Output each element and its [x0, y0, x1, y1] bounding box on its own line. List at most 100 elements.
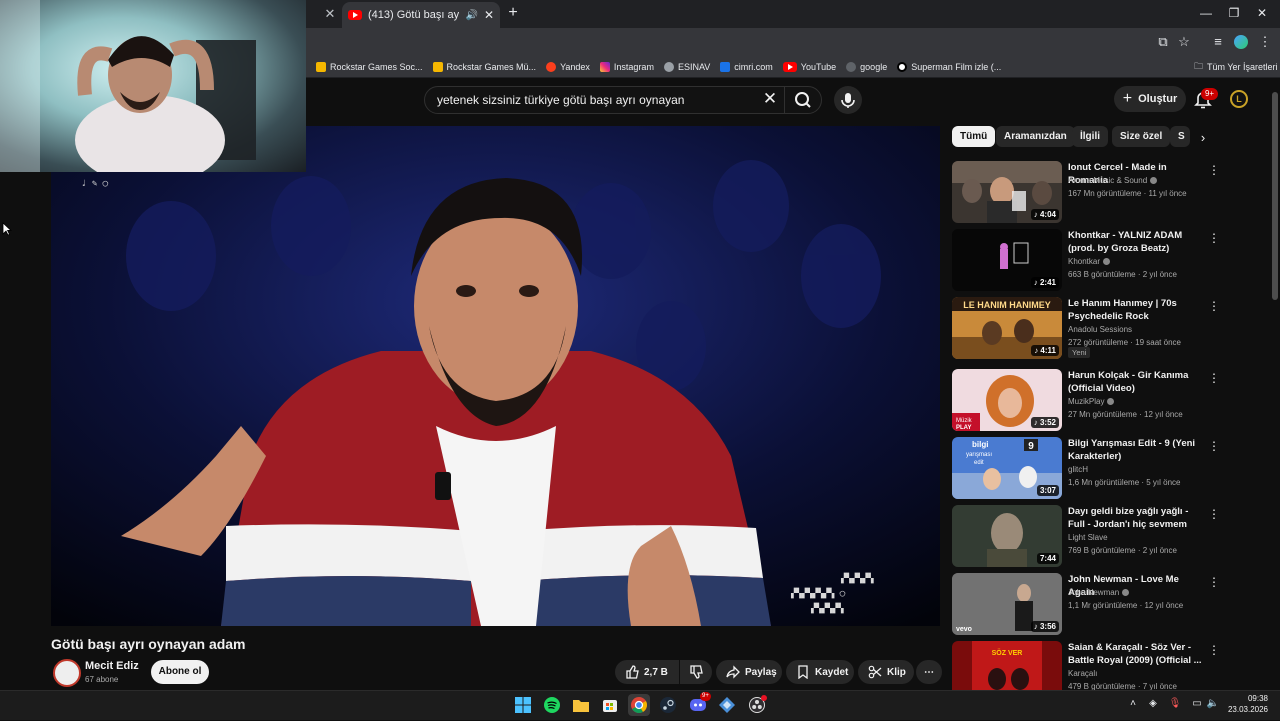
file-explorer-icon[interactable] — [570, 694, 592, 716]
window-close-icon[interactable]: ✕ — [1252, 5, 1272, 21]
install-app-icon[interactable]: ⧉ — [1155, 34, 1171, 50]
bookmark-youtube[interactable]: YouTube — [782, 61, 836, 72]
video-thumbnail[interactable]: vevo ♪ 3:56 — [952, 573, 1062, 635]
all-bookmarks-button[interactable]: 🗀 Tüm Yer İşaretleri — [1194, 56, 1278, 78]
browser-tab-active[interactable]: (413) Götü başı ayrı oynayan 🔊 ✕ — [342, 2, 500, 28]
new-badge: Yeni — [1068, 347, 1091, 358]
recommended-video[interactable]: bilgi yarışması edit 9 3:07 Bilgi Yarışması E… — [952, 437, 1224, 499]
steam-icon[interactable] — [657, 694, 679, 716]
close-tab-icon[interactable]: ✕ — [322, 6, 338, 22]
more-vertical-icon[interactable]: ⋮ — [1208, 299, 1220, 313]
recommended-channel[interactable]: glitcH — [1068, 465, 1088, 474]
bookmark-rockstar-music[interactable]: Rockstar Games Mü... — [432, 61, 536, 72]
recommended-video-title[interactable]: Bilgi Yarışması Edit - 9 (Yeni Karakterl… — [1068, 437, 1202, 463]
recommended-video-title[interactable]: Saian & Karaçalı - Söz Ver - Battle Roya… — [1068, 641, 1202, 667]
chip-all[interactable]: Tümü — [952, 126, 996, 147]
bookmark-instagram[interactable]: Instagram — [599, 61, 654, 72]
recommended-channel[interactable]: MuzikPlay — [1068, 397, 1115, 406]
video-thumbnail[interactable]: 7:44 — [952, 505, 1062, 567]
recommended-video[interactable]: LE HANIM HANIMEY ♪ 4:11 Le Hanım Hanımey |… — [952, 297, 1224, 359]
chevron-up-icon[interactable]: ˄ — [1126, 697, 1140, 711]
chip-for-you[interactable]: Size özel — [1112, 126, 1171, 147]
chrome-icon[interactable] — [628, 694, 650, 716]
scrollbar-thumb[interactable] — [1272, 92, 1278, 300]
search-input[interactable] — [437, 91, 757, 109]
more-vertical-icon[interactable]: ⋮ — [1208, 439, 1220, 453]
game-launcher-icon[interactable] — [716, 694, 738, 716]
like-button[interactable]: 2,7 B — [615, 660, 679, 684]
more-vertical-icon[interactable]: ⋮ — [1208, 643, 1220, 657]
voice-search-button[interactable] — [834, 86, 862, 114]
volume-icon[interactable]: 🔈 — [1206, 697, 1220, 711]
network-icon[interactable]: ▭ — [1190, 697, 1204, 711]
bookmark-yandex[interactable]: Yandex — [546, 61, 590, 72]
search-button[interactable] — [784, 87, 822, 113]
more-vertical-icon[interactable]: ⋮ — [1208, 163, 1220, 177]
recommended-channel[interactable]: Karaçalı — [1068, 669, 1097, 678]
create-button[interactable]: + Oluştur — [1114, 86, 1186, 112]
dislike-button[interactable] — [680, 660, 712, 684]
recommended-channel[interactable]: Light Slave — [1068, 533, 1108, 542]
clear-search-icon[interactable]: ✕ — [760, 89, 780, 109]
more-vertical-icon[interactable]: ⋮ — [1208, 575, 1220, 589]
subscribe-button[interactable]: Abone ol — [151, 660, 209, 684]
video-frame-image: ♩ ✎ ◯ ▞▚▞▚▞▚ ▞▚▞▚▞▚▞▚ ◯ ▞▚▞▚▞▚ — [51, 126, 940, 626]
system-clock[interactable]: 09:38 23.03.2026 — [1226, 693, 1268, 715]
bookmark-google[interactable]: google — [846, 61, 887, 72]
share-button[interactable]: Paylaş — [716, 660, 782, 684]
bookmark-cimri[interactable]: cimri.com — [720, 61, 773, 72]
recommended-channel[interactable]: Anadolu Sessions — [1068, 325, 1132, 334]
more-vertical-icon[interactable]: ⋮ — [1208, 231, 1220, 245]
recommended-video[interactable]: ♪ 4:04 Ionut Cercel - Made in Romania Amma… — [952, 161, 1224, 223]
profile-icon[interactable] — [1233, 34, 1249, 50]
recommended-video[interactable]: ♪ 2:41 Khontkar - YALNIZ ADAM (prod. by G… — [952, 229, 1224, 291]
microsoft-store-icon[interactable] — [599, 694, 621, 716]
video-thumbnail[interactable]: ♪ 2:41 — [952, 229, 1062, 291]
obs-recording-icon[interactable] — [746, 694, 768, 716]
clip-button[interactable]: Klip — [858, 660, 914, 684]
svg-text:PLAY: PLAY — [956, 425, 971, 431]
spotify-icon[interactable] — [541, 694, 563, 716]
recommended-channel[interactable]: Khontkar — [1068, 257, 1111, 266]
bookmark-rockstar-social[interactable]: Rockstar Games Soc... — [316, 61, 423, 72]
video-duration: 7:44 — [1036, 553, 1059, 564]
chevron-right-icon[interactable]: › — [1196, 131, 1210, 145]
new-tab-button[interactable]: + — [504, 4, 522, 22]
video-thumbnail[interactable]: Müzik PLAY ♪ 3:52 — [952, 369, 1062, 431]
video-player[interactable]: ♩ ✎ ◯ ▞▚▞▚▞▚ ▞▚▞▚▞▚▞▚ ◯ ▞▚▞▚▞▚ — [51, 126, 940, 626]
close-tab-icon[interactable]: ✕ — [484, 8, 494, 22]
more-actions-button[interactable]: ⋯ — [916, 660, 942, 684]
recommended-video[interactable]: vevo ♪ 3:56 John Newman - Love Me Again Joh… — [952, 573, 1224, 635]
media-control-icon[interactable]: ≡ — [1210, 34, 1226, 50]
windows-start-icon[interactable] — [512, 694, 534, 716]
save-button[interactable]: Kaydet — [786, 660, 854, 684]
recommended-video-title[interactable]: Le Hanım Hanımey | 70s Psychedelic Rock — [1068, 297, 1202, 323]
chip-related[interactable]: İlgili — [1072, 126, 1108, 147]
recommended-video[interactable]: 7:44 Dayı geldi bize yağlı yağlı - Full -… — [952, 505, 1224, 567]
recommended-video-title[interactable]: Harun Kolçak - Gir Kanıma (Official Vide… — [1068, 369, 1202, 395]
recommended-channel[interactable]: John Newman — [1068, 588, 1130, 597]
recommended-video-title[interactable]: Khontkar - YALNIZ ADAM (prod. by Groza B… — [1068, 229, 1202, 255]
chip-partial[interactable]: S — [1170, 126, 1190, 147]
microphone-tray-icon[interactable]: 🎙 — [1168, 697, 1182, 711]
tab-audio-icon[interactable]: 🔊 — [465, 10, 477, 21]
minimize-icon[interactable]: — — [1196, 5, 1216, 21]
channel-name[interactable]: Mecit Ediz — [85, 660, 139, 672]
channel-avatar[interactable] — [53, 659, 81, 687]
restore-icon[interactable]: ❐ — [1224, 5, 1244, 21]
browser-menu-icon[interactable]: ⋮ — [1257, 34, 1273, 50]
recommended-video[interactable]: Müzik PLAY ♪ 3:52 Harun Kolçak - Gir Kanıma… — [952, 369, 1224, 431]
bookmark-superman[interactable]: Superman Film izle (... — [897, 61, 1001, 72]
more-vertical-icon[interactable]: ⋮ — [1208, 371, 1220, 385]
video-thumbnail[interactable]: ♪ 4:04 — [952, 161, 1062, 223]
recommended-channel[interactable]: Amma Music & Sound — [1068, 176, 1158, 185]
video-thumbnail[interactable]: LE HANIM HANIMEY ♪ 4:11 — [952, 297, 1062, 359]
chip-from-search[interactable]: Aramanızdan — [996, 126, 1075, 147]
video-thumbnail[interactable]: bilgi yarışması edit 9 3:07 — [952, 437, 1062, 499]
bookmark-star-icon[interactable]: ☆ — [1176, 34, 1192, 50]
steam-tray-icon[interactable]: ◈ — [1146, 697, 1160, 711]
account-avatar[interactable]: L — [1230, 90, 1248, 108]
bookmark-esinav[interactable]: ESINAV — [663, 61, 710, 72]
more-vertical-icon[interactable]: ⋮ — [1208, 507, 1220, 521]
recommended-video-title[interactable]: Dayı geldi bize yağlı yağlı - Full - Jor… — [1068, 505, 1202, 531]
